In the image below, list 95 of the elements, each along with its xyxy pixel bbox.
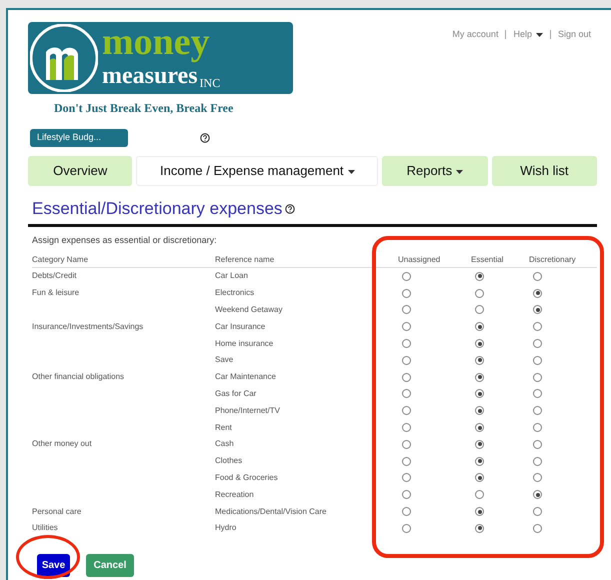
radio-button[interactable] [402,389,411,398]
help-icon[interactable] [200,133,210,143]
radio-button[interactable] [475,372,484,382]
user-menu-link[interactable]: My account [452,28,498,42]
table-cell-text: Food & Groceries [215,472,279,484]
table-cell-text: Rent [215,422,233,434]
radio-button[interactable] [402,406,411,416]
instructions: Assign expenses as essential or discretionary: [32,234,218,247]
form-button[interactable]: Cancel [86,554,134,577]
radio-button[interactable] [533,356,542,365]
radio-button[interactable] [402,339,411,348]
radio-button[interactable] [475,524,484,533]
radio-button[interactable] [402,507,411,516]
nav-tab[interactable]: Overview [28,156,132,186]
nav-tab[interactable]: Reports [382,156,488,186]
radio-button[interactable] [475,356,484,365]
radio-button[interactable] [402,524,411,533]
radio-button[interactable] [533,456,542,466]
column-header: Essential [471,254,504,266]
radio-button[interactable] [533,322,542,332]
table-cell-text: Other money out [32,438,93,450]
radio-button[interactable] [402,440,411,449]
budget-button[interactable]: Lifestyle Budg... [30,129,128,147]
radio-button[interactable] [475,272,484,281]
form-button[interactable]: Save [37,554,70,577]
radio-button[interactable] [475,440,484,449]
radio-button[interactable] [475,490,484,500]
radio-button[interactable] [533,372,542,382]
radio-button[interactable] [475,456,484,466]
table-cell-text: Car Loan [215,270,249,282]
column-header: Discretionary [529,254,577,266]
user-menu-link[interactable]: Sign out [558,28,591,42]
table-cell-text: Medications/Dental/Vision Care [215,506,328,518]
radio-button[interactable] [533,272,542,281]
table-cell-text: Cash [215,438,235,450]
table-cell-text: Save [215,354,234,366]
radio-button[interactable] [533,507,542,516]
radio-button[interactable] [402,288,411,298]
radio-button[interactable] [533,389,542,398]
radio-button[interactable] [533,524,542,533]
radio-button[interactable] [475,507,484,516]
radio-button[interactable] [533,406,542,416]
logo-suffix: INC [200,77,220,89]
radio-button[interactable] [533,440,542,449]
table-cell-text: Utilities [32,522,59,534]
table-cell-text: Hydro [215,522,238,534]
radio-button[interactable] [533,288,542,298]
radio-button[interactable] [533,305,542,314]
radio-button[interactable] [475,339,484,348]
radio-button[interactable] [402,322,411,332]
tagline: Don't Just Break Even, Break Free [54,100,234,117]
column-header: Unassigned [398,254,442,266]
table-cell-text: Clothes [215,455,244,468]
table-cell-text: Other financial obligations [32,371,126,384]
table-cell-text: Recreation [215,488,255,501]
user-menu-link[interactable]: Help [513,28,543,42]
table-cell-text: Car Maintenance [215,371,277,384]
table-cell-text: Phone/Internet/TV [215,404,281,417]
radio-button[interactable] [402,473,411,482]
radio-button[interactable] [402,456,411,466]
radio-button[interactable] [475,322,484,332]
table-cell-text: Car Insurance [215,320,266,333]
radio-button[interactable] [475,423,484,432]
radio-button[interactable] [402,272,411,281]
page-heading: Essential/Discretionary expenses [32,198,282,220]
table-cell-text: Insurance/Investments/Savings [32,320,144,333]
radio-button[interactable] [475,406,484,416]
radio-button[interactable] [402,305,411,314]
radio-button[interactable] [533,490,542,500]
radio-button[interactable] [475,305,484,314]
logo-wordmark: measures [102,63,198,89]
table-cell-text: Personal care [32,506,82,518]
radio-button[interactable] [533,339,542,348]
radio-button[interactable] [533,423,542,432]
help-icon[interactable] [285,204,296,214]
logo-wordmark: money [102,21,211,63]
radio-button[interactable] [475,288,484,298]
table-cell-text: Debts/Credit [32,270,78,282]
radio-button[interactable] [533,473,542,482]
nav-tab[interactable]: Income / Expense management [136,156,378,186]
nav-tab[interactable]: Wish list [492,156,598,186]
radio-button[interactable] [402,423,411,432]
radio-button[interactable] [402,490,411,500]
radio-button[interactable] [402,372,411,382]
table-cell-text: Weekend Getaway [215,304,284,316]
column-header: Category Name [32,254,90,266]
table-cell-text: Fun & leisure [32,287,80,300]
radio-button[interactable] [475,389,484,398]
radio-button[interactable] [475,473,484,482]
table-cell-text: Gas for Car [215,388,258,400]
table-cell-text: Home insurance [215,338,274,350]
column-header: Reference name [215,254,276,266]
highlight-ring [16,535,80,579]
table-cell-text: Electronics [215,287,256,300]
radio-button[interactable] [402,356,411,365]
